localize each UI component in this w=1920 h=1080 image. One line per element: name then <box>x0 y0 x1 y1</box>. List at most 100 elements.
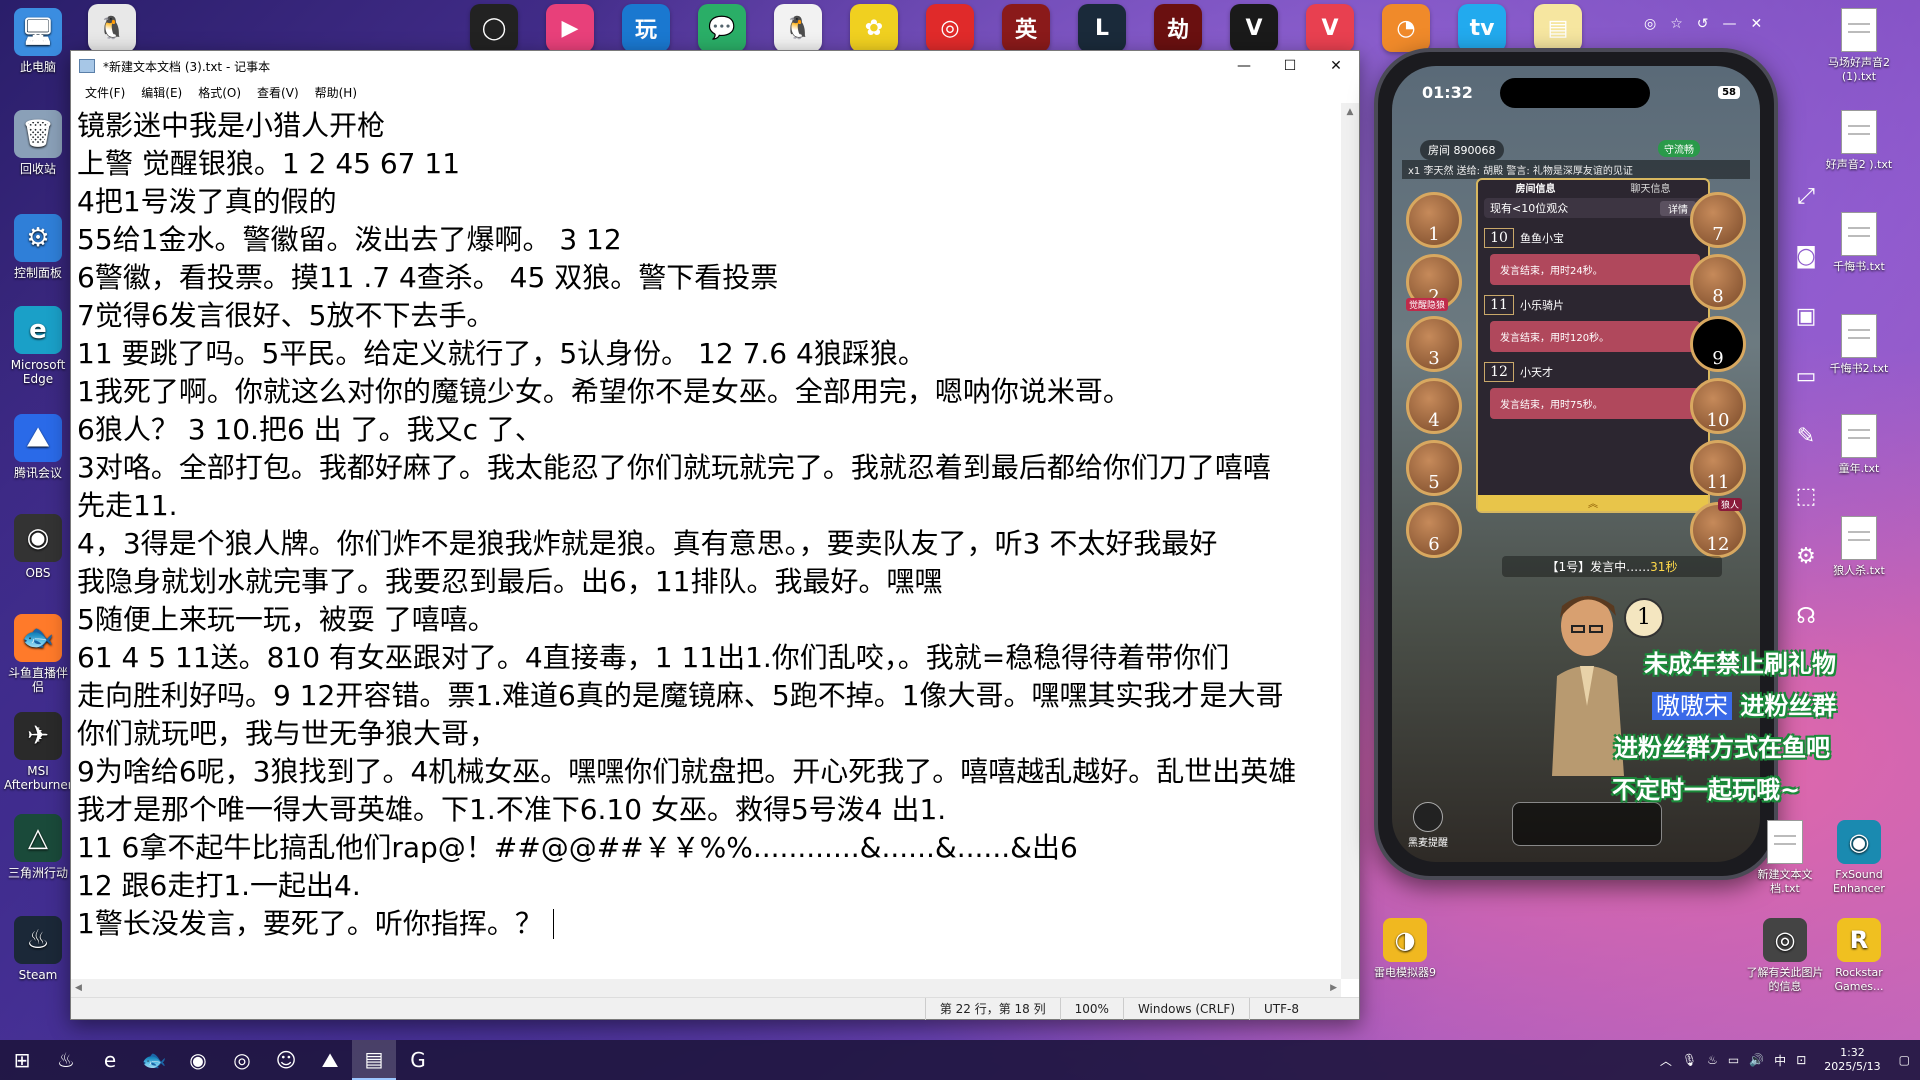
volume-icon[interactable]: 🔊 <box>1749 1053 1764 1067</box>
player-seat[interactable]: 1 <box>1406 192 1462 248</box>
player-seat[interactable]: 3 <box>1406 316 1462 372</box>
desktop-icon-label: 了解有关此图片的信息 <box>1746 966 1824 993</box>
desktop-icon[interactable]: e Microsoft Edge <box>4 306 72 386</box>
desktop-file-icon[interactable]: 千悔书.txt <box>1818 212 1900 274</box>
player-seat[interactable]: 4 <box>1406 378 1462 434</box>
fullscreen-icon[interactable]: ⤢ <box>1790 180 1822 212</box>
desktop-icon[interactable]: R Rockstar Games... <box>1818 918 1900 994</box>
rotate-icon[interactable]: ↺ <box>1697 16 1709 32</box>
menu-edit[interactable]: 编辑(E) <box>133 82 190 103</box>
bilibili-icon[interactable]: tv <box>1458 4 1506 52</box>
netease-taskbar-icon[interactable]: ◎ <box>220 1040 264 1080</box>
player-seat[interactable]: 7 <box>1690 192 1746 248</box>
menu-format[interactable]: 格式(O) <box>190 82 249 103</box>
desktop-icon[interactable]: △ 三角洲行动 <box>4 814 72 880</box>
desktop-icon[interactable]: ◉ OBS <box>4 514 72 580</box>
network-icon[interactable]: ▭ <box>1728 1053 1739 1067</box>
windows-start-icon[interactable]: ⊞ <box>0 1040 44 1080</box>
horizontal-scrollbar[interactable]: ◀ ▶ <box>71 979 1341 997</box>
douyu-taskbar-icon[interactable]: 🐟 <box>132 1040 176 1080</box>
desktop-icon[interactable]: 🗑 回收站 <box>4 110 72 176</box>
pink-arrow-app-icon[interactable]: ▶ <box>546 4 594 52</box>
desktop-icon[interactable]: ⚙ 控制面板 <box>4 214 72 280</box>
valorant-wings-icon[interactable]: V <box>1230 4 1278 52</box>
scroll-up-icon[interactable]: ▲ <box>1341 103 1359 121</box>
ime-indicator[interactable]: 中 <box>1774 1052 1786 1069</box>
valorant-icon[interactable]: V <box>1306 4 1354 52</box>
close-button[interactable]: ✕ <box>1313 51 1359 81</box>
tray-chevron-icon[interactable]: ︿ <box>1660 1052 1672 1069</box>
awaken-wolf-badge: 觉醒隐狼 <box>1406 298 1449 311</box>
file-icon[interactable]: ▤ <box>1534 4 1582 52</box>
desktop-icon[interactable]: ♨ Steam <box>4 916 72 982</box>
qq-icon[interactable]: 🐧 <box>88 4 136 52</box>
app-taskbar-icon[interactable]: G <box>396 1040 440 1080</box>
yellow-circle-app-icon[interactable]: ◯ <box>470 4 518 52</box>
desktop-icon[interactable]: ◉ FxSound Enhancer <box>1818 820 1900 896</box>
netease-music-icon[interactable]: ◎ <box>926 4 974 52</box>
player-seat[interactable]: 8 <box>1690 254 1746 310</box>
maximize-button[interactable]: ☐ <box>1267 51 1313 81</box>
menu-file[interactable]: 文件(F) <box>77 82 133 103</box>
pin-icon[interactable]: ☆ <box>1670 16 1683 32</box>
mic-reminder[interactable]: 黑麦提醒 <box>1406 802 1450 849</box>
desktop-file-icon[interactable]: 狼人杀.txt <box>1818 516 1900 578</box>
desktop-file-icon[interactable]: 千悔书2.txt <box>1818 314 1900 376</box>
steam-tray-icon[interactable]: ♨ <box>1707 1053 1718 1067</box>
ime-mode-icon[interactable]: ⊡ <box>1796 1053 1806 1067</box>
selection-icon[interactable]: ⬚ <box>1790 480 1822 512</box>
text-editor-area[interactable]: 镜影迷中我是小猎人开枪 上警 觉醒银狼。1 2 45 67 11 4把1号泼了真的假… <box>71 103 1341 979</box>
orange-app-icon[interactable]: ◔ <box>1382 4 1430 52</box>
scroll-right-icon[interactable]: ▶ <box>1330 983 1337 993</box>
record-icon[interactable]: ◎ <box>1644 16 1656 32</box>
menu-view[interactable]: 查看(V) <box>249 82 307 103</box>
notepad-taskbar-icon[interactable]: ▤ <box>352 1040 396 1080</box>
desktop-icon[interactable]: 🖥 此电脑 <box>4 8 72 74</box>
text-file-icon <box>1841 110 1877 154</box>
notification-icon[interactable]: ▢ <box>1899 1053 1910 1067</box>
desktop-file-icon[interactable]: 马场好声音2 (1).txt <box>1818 8 1900 84</box>
player-seat[interactable]: 11 <box>1690 440 1746 496</box>
minimize-button[interactable]: — <box>1221 51 1267 81</box>
naraka-icon[interactable]: 劫 <box>1154 4 1202 52</box>
menu-help[interactable]: 帮助(H) <box>307 82 365 103</box>
close-icon[interactable]: ✕ <box>1751 16 1763 32</box>
obs-taskbar-icon[interactable]: ◉ <box>176 1040 220 1080</box>
text-line: 61 4 5 11送。810 有女巫跟对了。4直接毒，1 11出1.你们乱咬，。… <box>77 641 1230 674</box>
obs-icon: ◉ <box>14 514 62 562</box>
edge-taskbar-icon[interactable]: e <box>88 1040 132 1080</box>
minimize-icon[interactable]: — <box>1723 16 1737 32</box>
gift-message: x1 李天然 送给: 胡殿 警言: 礼物是深厚友谊的见证 <box>1402 160 1750 179</box>
wechat-icon[interactable]: 💬 <box>698 4 746 52</box>
desktop-icon[interactable]: ◎ 了解有关此图片的信息 <box>1744 918 1826 994</box>
system-clock[interactable]: 1:32 2025/5/13 <box>1824 1046 1880 1074</box>
panel-collapse-icon[interactable]: ︽ <box>1478 495 1708 511</box>
desktop-icon[interactable]: 🐟 斗鱼直播伴侣 <box>4 614 72 694</box>
tab-room-info[interactable]: 房间信息 <box>1478 180 1593 196</box>
meeting-taskbar-icon[interactable]: ⛰ <box>308 1040 352 1080</box>
desktop-icon[interactable]: ✈ MSI Afterburner <box>4 712 73 792</box>
headset-icon[interactable]: ☊ <box>1790 600 1822 632</box>
leaf-app-icon[interactable]: ✿ <box>850 4 898 52</box>
notepad-titlebar[interactable]: *新建文本文档 (3).txt - 记事本 — ☐ ✕ <box>71 51 1359 81</box>
desktop-icon[interactable]: ◑ 雷电模拟器9 <box>1364 918 1446 980</box>
player-seat[interactable]: 6 <box>1406 502 1462 558</box>
league-icon[interactable]: L <box>1078 4 1126 52</box>
desktop-icon[interactable]: 新建文本文 档.txt <box>1744 820 1826 896</box>
desktop-file-icon[interactable]: 好声音2 ).txt <box>1818 110 1900 172</box>
bottom-input-bar[interactable] <box>1512 802 1662 846</box>
tab-chat-info[interactable]: 聊天信息 <box>1593 180 1708 196</box>
game-taskbar-icon[interactable]: ☺ <box>264 1040 308 1080</box>
player-seat[interactable]: 10 <box>1690 378 1746 434</box>
desktop-file-icon[interactable]: 童年.txt <box>1818 414 1900 476</box>
steam-taskbar-icon[interactable]: ♨ <box>44 1040 88 1080</box>
beta-app-icon[interactable]: 玩 <box>622 4 670 52</box>
scroll-left-icon[interactable]: ◀ <box>75 983 82 993</box>
qq-penguin-icon[interactable]: 🐧 <box>774 4 822 52</box>
mic-tray-icon[interactable]: 🎙 <box>1682 1053 1697 1067</box>
game-badge-icon[interactable]: 英 <box>1002 4 1050 52</box>
vertical-scrollbar[interactable]: ▲ <box>1341 103 1359 979</box>
player-seat[interactable]: 5 <box>1406 440 1462 496</box>
player-seat[interactable]: 9 <box>1690 316 1746 372</box>
desktop-icon[interactable]: ⛰ 腾讯会议 <box>4 414 72 480</box>
